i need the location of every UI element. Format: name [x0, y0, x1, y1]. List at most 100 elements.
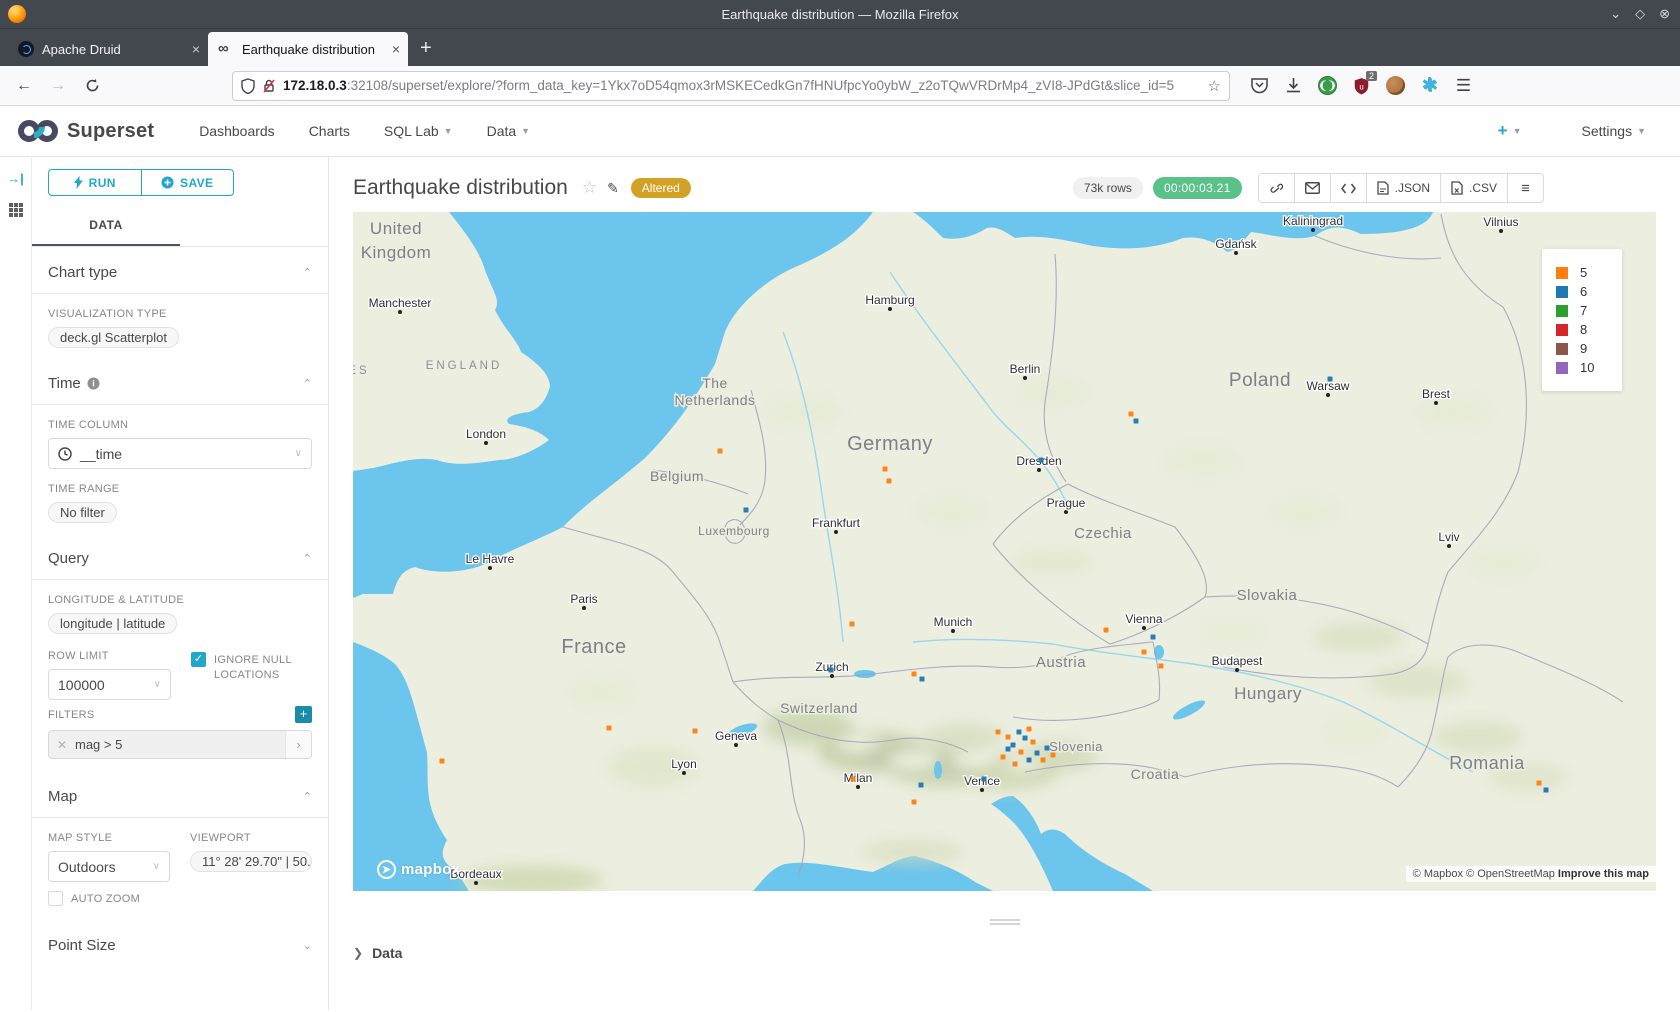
legend-row[interactable]: 5	[1556, 265, 1622, 280]
earthquake-point[interactable]	[1142, 650, 1147, 655]
earthquake-point[interactable]	[1023, 736, 1028, 741]
section-time[interactable]: Time i ⌃	[48, 358, 312, 404]
earthquake-point[interactable]	[440, 759, 445, 764]
earthquake-point[interactable]	[1134, 419, 1139, 424]
nav-data[interactable]: Data▼	[487, 123, 531, 139]
edit-properties-icon[interactable]: ✎	[607, 180, 619, 197]
earthquake-point[interactable]	[1537, 781, 1542, 786]
earthquake-point[interactable]	[1151, 635, 1156, 640]
earthquake-point[interactable]	[912, 800, 917, 805]
tab-close-icon[interactable]: ×	[192, 41, 200, 57]
nav-sqllab[interactable]: SQL Lab▼	[384, 123, 453, 139]
earthquake-point[interactable]	[850, 622, 855, 627]
earthquake-point[interactable]	[912, 672, 917, 677]
settings-menu[interactable]: Settings▼	[1581, 123, 1646, 139]
osm-attribution-link[interactable]: © OpenStreetMap	[1466, 868, 1555, 880]
remove-filter-icon[interactable]: ✕	[49, 731, 75, 758]
app-menu-icon[interactable]: ☰	[1454, 76, 1473, 95]
earthquake-point[interactable]	[1031, 740, 1036, 745]
data-panel-toggle[interactable]: ❯ Data	[353, 945, 402, 961]
earthquake-point[interactable]	[1027, 758, 1032, 763]
email-button[interactable]	[1294, 173, 1331, 203]
back-button[interactable]: ←	[10, 72, 38, 100]
filter-chip[interactable]: ✕ mag > 5 ›	[48, 730, 312, 759]
improve-map-link[interactable]: Improve this map	[1558, 868, 1649, 880]
superset-brand[interactable]: Superset	[17, 118, 154, 144]
resize-handle[interactable]	[990, 917, 1020, 927]
time-range-value[interactable]: No filter	[48, 502, 117, 523]
new-item-button[interactable]: +▼	[1498, 121, 1522, 141]
earthquake-point[interactable]	[887, 479, 892, 484]
earthquake-point[interactable]	[1006, 747, 1011, 752]
earthquake-point[interactable]	[1045, 746, 1050, 751]
section-query[interactable]: Query⌃	[48, 533, 312, 579]
new-tab-button[interactable]: +	[420, 37, 432, 60]
ignore-null-checkbox[interactable]: ✓	[191, 652, 206, 667]
window-maximize-icon[interactable]: ◇	[1635, 6, 1645, 22]
tab-data[interactable]: DATA	[32, 210, 180, 246]
section-map[interactable]: Map⌃	[48, 771, 312, 817]
map-style-select[interactable]: Outdoors ∨	[48, 851, 170, 882]
earthquake-point[interactable]	[1006, 735, 1011, 740]
earthquake-point[interactable]	[996, 730, 1001, 735]
earthquake-point[interactable]	[1129, 412, 1134, 417]
earthquake-point[interactable]	[829, 668, 834, 673]
legend-row[interactable]: 7	[1556, 303, 1622, 318]
extension-shield-icon[interactable]: u 2	[1352, 76, 1371, 95]
earthquake-point[interactable]	[744, 508, 749, 513]
viewport-value[interactable]: 11° 28' 29.70" | 50...	[190, 851, 312, 872]
reload-button[interactable]	[78, 72, 106, 100]
earthquake-point[interactable]	[851, 777, 856, 782]
earthquake-point[interactable]	[1159, 664, 1164, 669]
altered-badge[interactable]: Altered	[631, 178, 691, 198]
earthquake-point[interactable]	[1013, 762, 1018, 767]
earthquake-point[interactable]	[1001, 755, 1006, 760]
export-json-button[interactable]: .JSON	[1366, 173, 1441, 203]
earthquake-point[interactable]	[607, 726, 612, 731]
url-text[interactable]: 172.18.0.3:32108/superset/explore/?form_…	[283, 78, 1201, 93]
run-button[interactable]: RUN	[48, 169, 141, 196]
forward-button[interactable]: →	[44, 72, 72, 100]
chevron-right-icon[interactable]: ›	[285, 731, 311, 758]
viz-type-value[interactable]: deck.gl Scatterplot	[48, 327, 179, 348]
lonlat-value[interactable]: longitude | latitude	[48, 613, 177, 634]
earthquake-point[interactable]	[1017, 730, 1022, 735]
earthquake-point[interactable]	[883, 467, 888, 472]
earthquake-point[interactable]	[919, 783, 924, 788]
chart-menu-button[interactable]: ≡	[1507, 173, 1544, 203]
row-limit-select[interactable]: 100000 ∨	[48, 669, 171, 700]
section-chart-type[interactable]: Chart type⌃	[48, 247, 312, 293]
earthquake-point[interactable]	[1544, 788, 1549, 793]
window-minimize-icon[interactable]: ⌄	[1610, 6, 1621, 22]
legend-row[interactable]: 8	[1556, 322, 1622, 337]
collapse-panel-icon[interactable]: →|	[7, 171, 24, 186]
add-filter-button[interactable]: +	[295, 706, 312, 723]
nav-dashboards[interactable]: Dashboards	[199, 123, 275, 139]
section-point-size[interactable]: Point Size⌄	[48, 920, 312, 966]
earthquake-point[interactable]	[1019, 750, 1024, 755]
bookmark-star-icon[interactable]: ☆	[1208, 77, 1221, 95]
legend-row[interactable]: 6	[1556, 284, 1622, 299]
earthquake-point[interactable]	[1035, 751, 1040, 756]
embed-code-button[interactable]	[1330, 173, 1367, 203]
downloads-icon[interactable]	[1284, 76, 1303, 95]
earthquake-point[interactable]	[1051, 753, 1056, 758]
earthquake-point[interactable]	[982, 777, 987, 782]
extension-green-icon[interactable]: ❨❩	[1318, 76, 1337, 95]
url-bar[interactable]: 172.18.0.3:32108/superset/explore/?form_…	[232, 71, 1230, 101]
save-button[interactable]: SAVE	[141, 169, 235, 196]
earthquake-point[interactable]	[1041, 758, 1046, 763]
earthquake-point[interactable]	[920, 677, 925, 682]
legend-row[interactable]: 9	[1556, 341, 1622, 356]
extension-asterisk-icon[interactable]: ✱	[1420, 76, 1439, 95]
time-column-select[interactable]: __time ∨	[48, 438, 312, 469]
mapbox-logo[interactable]: ➤ mapbox	[377, 860, 460, 879]
cookie-extension-icon[interactable]	[1386, 76, 1405, 95]
nav-charts[interactable]: Charts	[309, 123, 350, 139]
tab-apache-druid[interactable]: Apache Druid ×	[8, 32, 208, 66]
earthquake-point[interactable]	[1104, 628, 1109, 633]
earthquake-point[interactable]	[693, 729, 698, 734]
copy-link-button[interactable]	[1258, 173, 1295, 203]
mapbox-attribution-link[interactable]: © Mapbox	[1413, 868, 1463, 880]
pocket-icon[interactable]	[1250, 76, 1269, 95]
